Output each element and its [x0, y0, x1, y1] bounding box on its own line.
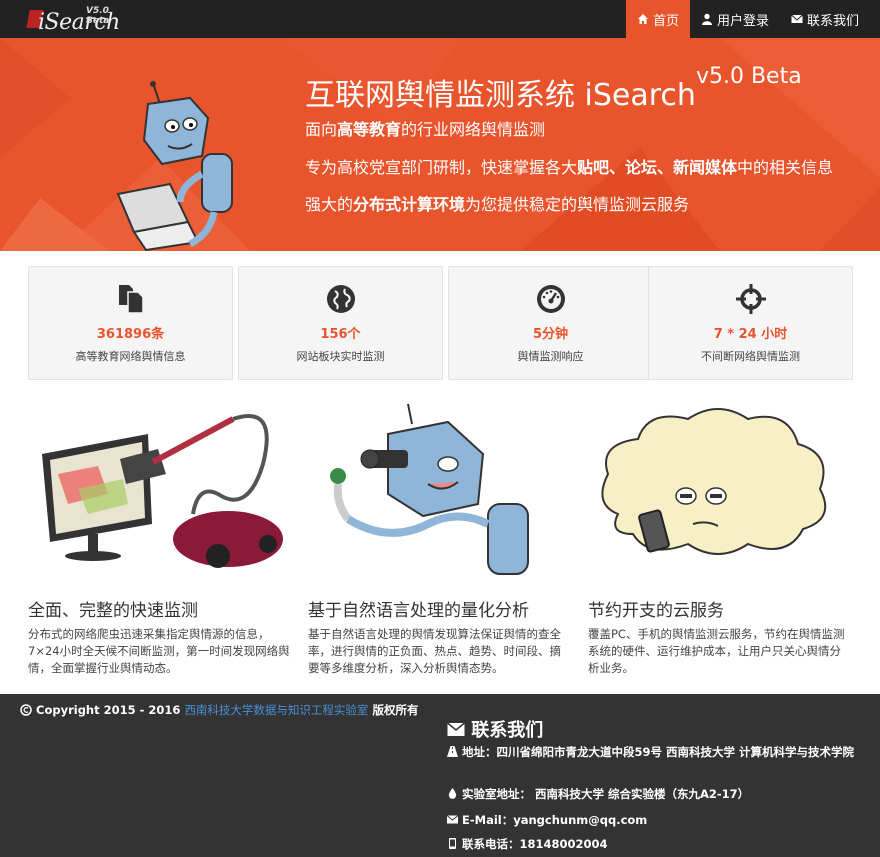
contact-email: E-Mail：yangchunm@qq.com — [447, 812, 867, 828]
stat-label: 不间断网络舆情监测 — [701, 350, 800, 363]
crosshair-icon — [735, 284, 766, 314]
stat-value: 5分钟 — [532, 327, 569, 342]
hero-line-text: 专为高校党宣部门研制，快速掌握各大 — [305, 158, 578, 177]
nav-item-login[interactable]: 用户登录 — [690, 0, 780, 38]
hero-line-text: 的行业网络舆情监测 — [401, 120, 546, 139]
feature-text: 分布式的网络爬虫迅速采集指定舆情源的信息，7×24小时全天候不间断监测，第一时间… — [28, 627, 290, 675]
hero-banner: 互联网舆情监测系统 iSearchv5.0 Beta 面向高等教育的行业网络舆情… — [0, 38, 880, 251]
dashboard-icon — [536, 285, 565, 313]
hero-line-text: 强大的 — [305, 195, 354, 214]
contact-phone: 联系电话：18148002004 — [447, 836, 867, 852]
robot-laptop-illustration — [116, 81, 233, 251]
stat-label: 网站板块实时监测 — [296, 350, 385, 363]
phone-icon — [449, 838, 456, 849]
copyright-suffix: 版权所有 — [372, 703, 419, 717]
envelope-icon — [447, 815, 458, 824]
lab-link[interactable]: 西南科技大学数据与知识工程实验室 — [184, 703, 368, 717]
hero-line-text: 面向 — [305, 120, 338, 139]
contact-title-text: 联系我们 — [471, 720, 544, 741]
stat-label: 舆情监测响应 — [517, 350, 584, 363]
feature-text: 覆盖PC、手机的舆情监测云服务，节约在舆情监测系统的硬件、运行维护成本，让用户只… — [588, 627, 845, 675]
copyright-text: Copyright 2015 - 2016 — [36, 703, 181, 717]
hero-line-bold: 分布式计算环境 — [353, 195, 466, 214]
cloud-phone-illustration — [601, 408, 827, 555]
hero-line-bold: 高等教育 — [337, 120, 402, 139]
feature-title: 基于自然语言处理的量化分析 — [308, 601, 529, 621]
hero-line-3: 强大的分布式计算环境为您提供稳定的舆情监测云服务 — [305, 191, 689, 215]
contact-lab-address: 实验室地址： 西南科技大学 综合实验楼（东九A2-17） — [447, 786, 867, 802]
feature-title: 全面、完整的快速监测 — [28, 601, 198, 621]
home-icon — [637, 14, 648, 24]
stat-card-info: 361896条 高等教育网络舆情信息 — [28, 266, 233, 380]
contact-title: 联系我们 — [447, 716, 543, 742]
robot-telescope-illustration — [330, 403, 529, 575]
nav-item-label: 用户登录 — [716, 13, 769, 29]
copyright: Copyright 2015 - 2016 西南科技大学数据与知识工程实验室 版… — [20, 702, 418, 718]
nav-item-contact[interactable]: 联系我们 — [780, 0, 870, 38]
contact-address: 地址：四川省绵阳市青龙大道中段59号 西南科技大学 计算机科学与技术学院 — [447, 744, 867, 760]
hero-version: v5.0 Beta — [695, 64, 802, 89]
contact-address-text: 地址：四川省绵阳市青龙大道中段59号 西南科技大学 计算机科学与技术学院 — [462, 745, 855, 759]
hero-title-text: 互联网舆情监测系统 iSearch — [305, 78, 696, 113]
contact-phone-text: 联系电话：18148002004 — [462, 837, 608, 851]
hero-line-bold: 贴吧、论坛、新闻媒体 — [577, 158, 738, 177]
contact-lab-address-text: 实验室地址： 西南科技大学 综合实验楼（东九A2-17） — [462, 787, 750, 801]
feature-title: 节约开支的云服务 — [588, 601, 724, 621]
vacuum-monitor-illustration — [42, 414, 283, 568]
road-icon — [447, 746, 458, 757]
hero-line-text: 中的相关信息 — [737, 158, 834, 177]
nav-menu: 首页 用户登录 联系我们 — [625, 0, 870, 38]
brand-version: V5.0 Beta — [86, 6, 110, 26]
hero-title: 互联网舆情监测系统 iSearchv5.0 Beta — [305, 64, 802, 114]
user-icon — [701, 13, 712, 25]
stat-value: 156个 — [320, 327, 361, 342]
envelope-icon — [791, 14, 803, 23]
contact-email-text[interactable]: E-Mail：yangchunm@qq.com — [462, 813, 647, 827]
footer: Copyright 2015 - 2016 西南科技大学数据与知识工程实验室 版… — [0, 694, 880, 857]
stat-value: 361896条 — [96, 327, 165, 342]
documents-icon — [118, 285, 144, 314]
stat-card-sites: 156个 网站板块实时监测 — [238, 266, 443, 380]
globe-icon — [326, 285, 355, 313]
envelope-icon — [447, 722, 465, 736]
stat-card-uptime: 7 * 24 小时 不间断网络舆情监测 — [648, 266, 853, 380]
nav-item-home[interactable]: 首页 — [625, 0, 690, 38]
navbar: iSearch V5.0 Beta 首页 用户登录 联系我们 — [0, 0, 880, 38]
stat-label: 高等教育网络舆情信息 — [75, 350, 186, 363]
feature-text: 基于自然语言处理的舆情发现算法保证舆情的查全率，进行舆情的正负面、热点、趋势、时… — [308, 627, 561, 675]
brand-logo[interactable]: iSearch V5.0 Beta — [26, 4, 120, 36]
stat-value: 7 * 24 小时 — [713, 327, 788, 342]
tint-icon — [448, 788, 457, 799]
nav-item-label: 联系我们 — [806, 13, 859, 29]
copyright-icon — [20, 704, 32, 716]
hero-line-2: 专为高校党宣部门研制，快速掌握各大贴吧、论坛、新闻媒体中的相关信息 — [305, 154, 833, 178]
stat-card-response: 5分钟 舆情监测响应 — [448, 266, 653, 380]
hero-line-1: 面向高等教育的行业网络舆情监测 — [305, 116, 545, 140]
hero-line-text: 为您提供稳定的舆情监测云服务 — [465, 195, 690, 214]
nav-item-label: 首页 — [652, 13, 679, 29]
